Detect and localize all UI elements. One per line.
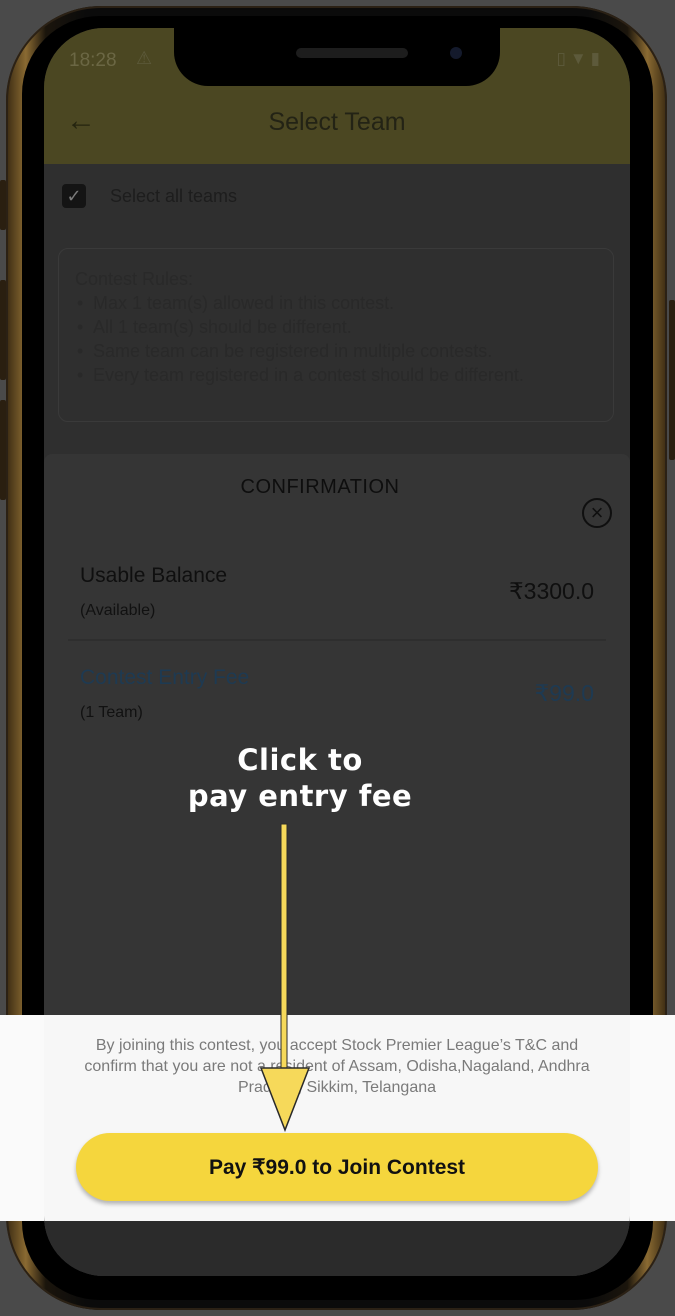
- select-all-checkbox[interactable]: ✓: [62, 184, 86, 208]
- entry-fee-label: Contest Entry Fee: [80, 666, 250, 689]
- confirmation-title: CONFIRMATION: [240, 476, 400, 498]
- phone-side-button: [0, 280, 6, 380]
- phone-screen: 18:28 ⚠ ▯▼▮ ← Select Team ✓ Select all t…: [44, 28, 630, 1276]
- callout-line: Click to: [237, 743, 363, 777]
- select-all-label: Select all teams: [110, 185, 238, 206]
- vibrate-icon: ▯: [556, 49, 570, 68]
- entry-fee-sub: (1 Team): [80, 704, 143, 721]
- tutorial-callout: Click to pay entry fee: [150, 742, 450, 814]
- app-bar: 18:28 ⚠ ▯▼▮ ← Select Team: [44, 28, 630, 164]
- sheet-footer: By joining this contest, you accept Stoc…: [44, 1015, 630, 1221]
- rule-item: All 1 team(s) should be different.: [75, 315, 597, 339]
- battery-icon: ▮: [590, 49, 604, 68]
- navigation-area: [44, 1221, 630, 1276]
- status-icons: ▯▼▮: [556, 49, 604, 69]
- camera-notch: [174, 28, 500, 86]
- callout-line: pay entry fee: [187, 779, 413, 813]
- phone-side-button: [669, 300, 675, 460]
- balance-sub: (Available): [80, 602, 156, 619]
- select-all-row[interactable]: ✓ Select all teams: [62, 184, 237, 208]
- divider: [68, 639, 606, 641]
- pay-join-contest-button[interactable]: Pay ₹99.0 to Join Contest: [76, 1133, 598, 1201]
- speaker-grille: [296, 48, 408, 58]
- contest-rules-box: Contest Rules: Max 1 team(s) allowed in …: [58, 248, 614, 422]
- highlight-edge: [0, 1015, 44, 1221]
- wifi-icon: ▼: [569, 49, 591, 68]
- entry-fee-value: ₹99.0: [534, 680, 594, 706]
- down-arrow-icon: [259, 823, 311, 1133]
- phone-side-button: [0, 400, 6, 500]
- close-circle-icon[interactable]: ×: [582, 498, 612, 528]
- front-camera: [450, 47, 462, 59]
- contest-rules-list: Max 1 team(s) allowed in this contest. A…: [75, 291, 597, 387]
- warning-icon: ⚠: [136, 48, 153, 68]
- rule-item: Every team registered in a contest shoul…: [75, 363, 597, 387]
- contest-rules-title: Contest Rules:: [75, 269, 194, 289]
- status-time: 18:28: [69, 50, 117, 71]
- rule-item: Max 1 team(s) allowed in this contest.: [75, 291, 597, 315]
- terms-text: By joining this contest, you accept Stoc…: [84, 1037, 590, 1096]
- page-title: Select Team: [268, 108, 406, 136]
- highlight-edge: [630, 1015, 675, 1221]
- rule-item: Same team can be registered in multiple …: [75, 339, 597, 363]
- balance-value: ₹3300.0: [509, 578, 594, 604]
- balance-label: Usable Balance: [80, 564, 228, 587]
- phone-side-button: [0, 180, 6, 230]
